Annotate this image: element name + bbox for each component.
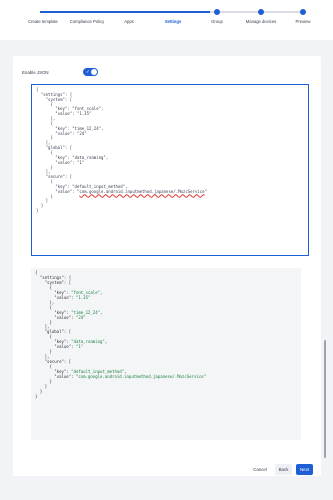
toggle-knob <box>91 69 97 75</box>
enable-json-label: Enable JSON <box>22 69 49 75</box>
json-toggle-row: Enable JSON <box>22 68 49 76</box>
step-preview[interactable]: Preview <box>275 19 331 24</box>
spellcheck-squiggle: com.google.android.inputmethod.japanese/… <box>79 188 205 194</box>
page-scrollbar[interactable] <box>324 340 326 458</box>
stepper-dot-group <box>214 9 220 15</box>
stepper-track-complete <box>40 11 210 13</box>
stepper-track-pending <box>210 11 303 13</box>
preview-string: "1" <box>75 344 84 350</box>
preview-line: } <box>35 393 38 399</box>
wizard-actions: Cancel Back Next <box>249 464 313 475</box>
json-preview-text: { "settings": { "system": [ { "key": "fo… <box>35 270 297 400</box>
json-editor[interactable]: { "settings": { "system": [ { "key": "fo… <box>31 84 309 256</box>
preview-string: "1.35" <box>75 294 91 300</box>
json-editor-text[interactable]: { "settings": { "system": [ { "key": "fo… <box>36 87 304 214</box>
stepper-dot-preview <box>300 9 306 15</box>
preview-line: "value": "com.google.android.inputmethod… <box>35 374 206 380</box>
next-button[interactable]: Next <box>296 464 313 475</box>
stepper-dot-manage-devices <box>258 9 264 15</box>
cancel-button[interactable]: Cancel <box>249 464 271 475</box>
preview-string: "24" <box>75 314 86 320</box>
preview-string: "com.google.android.inputmethod.japanese… <box>75 374 206 380</box>
check-icon: ✓ <box>86 69 90 74</box>
back-button[interactable]: Back <box>275 464 292 475</box>
enable-json-toggle[interactable]: ✓ <box>83 68 98 76</box>
wizard-stepper: Create template Compliance Policy Apps S… <box>0 0 333 40</box>
json-preview: { "settings": { "system": [ { "key": "fo… <box>31 268 301 440</box>
